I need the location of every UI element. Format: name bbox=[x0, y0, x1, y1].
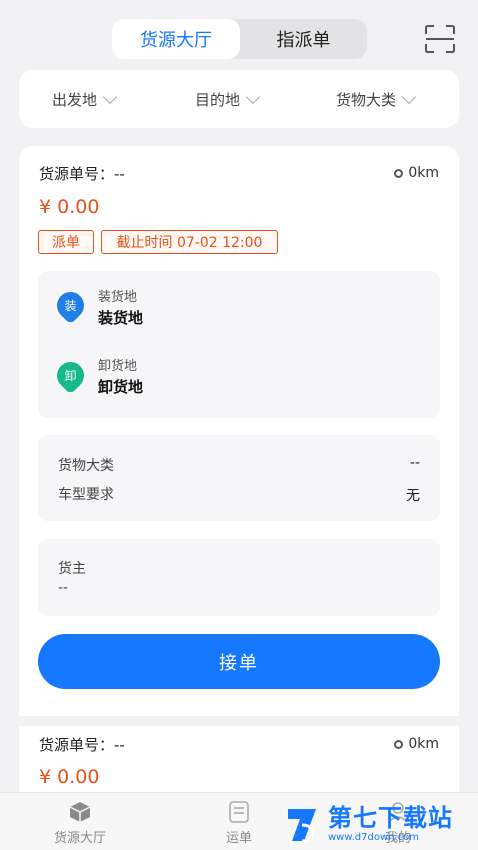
filter-origin[interactable]: 出发地 bbox=[52, 70, 118, 128]
dispatch-tag: 派单 bbox=[38, 230, 94, 254]
tabbar-item-waybill[interactable]: 运单 bbox=[179, 793, 299, 850]
filter-destination-label: 目的地 bbox=[195, 90, 241, 109]
order-number: 货源单号：-- bbox=[39, 736, 125, 754]
cargo-info-box: 货物大类 -- 车型要求 无 bbox=[38, 435, 440, 521]
load-label: 装货地 bbox=[98, 290, 138, 305]
scan-icon[interactable] bbox=[425, 25, 455, 53]
segmented-control: 货源大厅 指派单 bbox=[112, 19, 367, 59]
tab-assigned-orders[interactable]: 指派单 bbox=[240, 19, 367, 59]
tabbar-label: 货源大厅 bbox=[53, 831, 106, 846]
unload-label: 卸货地 bbox=[98, 359, 138, 374]
filter-cargo-category[interactable]: 货物大类 bbox=[336, 70, 417, 128]
tabbar-item-cargo-hall[interactable]: 货源大厅 bbox=[20, 793, 140, 850]
route-box: 装 装货地 装货地 卸 卸货地 卸货地 bbox=[38, 271, 440, 418]
watermark: 第七下载站 www.d7down.com bbox=[282, 800, 478, 850]
location-dot-icon bbox=[394, 739, 404, 749]
accept-order-button[interactable]: 接单 bbox=[38, 634, 440, 689]
vehicle-requirement-value: 无 bbox=[406, 488, 420, 504]
watermark-title: 第七下载站 bbox=[328, 804, 453, 832]
filter-bar: 出发地 目的地 货物大类 bbox=[19, 70, 459, 128]
waybill-icon bbox=[229, 801, 249, 823]
chevron-down-icon bbox=[102, 89, 118, 105]
watermark-url: www.d7down.com bbox=[328, 832, 420, 843]
distance: 0km bbox=[394, 165, 439, 181]
watermark-logo-icon bbox=[288, 809, 316, 843]
price: ¥ 0.00 bbox=[39, 766, 100, 788]
load-value: 装货地 bbox=[98, 309, 144, 327]
order-number: 货源单号：-- bbox=[39, 165, 125, 183]
shipper-box: 货主 -- bbox=[38, 539, 440, 616]
unload-pin-icon: 卸 bbox=[51, 356, 90, 395]
distance: 0km bbox=[394, 736, 439, 752]
top-bar: 货源大厅 指派单 bbox=[0, 0, 478, 66]
filter-destination[interactable]: 目的地 bbox=[195, 70, 261, 128]
cargo-card[interactable]: 货源单号：-- 0km ¥ 0.00 派单 截止时间 07-02 12:00 装… bbox=[19, 146, 459, 850]
deadline-tag: 截止时间 07-02 12:00 bbox=[101, 230, 278, 254]
load-pin-icon: 装 bbox=[51, 286, 90, 325]
location-dot-icon bbox=[394, 168, 404, 178]
shipper-label: 货主 bbox=[58, 561, 86, 577]
tab-cargo-hall[interactable]: 货源大厅 bbox=[112, 19, 240, 59]
unload-value: 卸货地 bbox=[98, 378, 144, 396]
vehicle-requirement-label: 车型要求 bbox=[58, 487, 114, 503]
shipper-value: -- bbox=[58, 580, 69, 596]
filter-cargo-category-label: 货物大类 bbox=[336, 90, 397, 109]
chevron-down-icon bbox=[401, 89, 417, 105]
filter-origin-label: 出发地 bbox=[52, 90, 98, 109]
distance-value: 0km bbox=[408, 165, 439, 181]
cargo-category-value: -- bbox=[409, 455, 420, 471]
cube-icon bbox=[69, 802, 91, 822]
card-separator bbox=[19, 716, 459, 726]
distance-value: 0km bbox=[408, 736, 439, 752]
chevron-down-icon bbox=[245, 89, 261, 105]
cargo-category-label: 货物大类 bbox=[58, 458, 114, 474]
tabbar-label: 运单 bbox=[225, 831, 252, 846]
price: ¥ 0.00 bbox=[39, 196, 100, 218]
